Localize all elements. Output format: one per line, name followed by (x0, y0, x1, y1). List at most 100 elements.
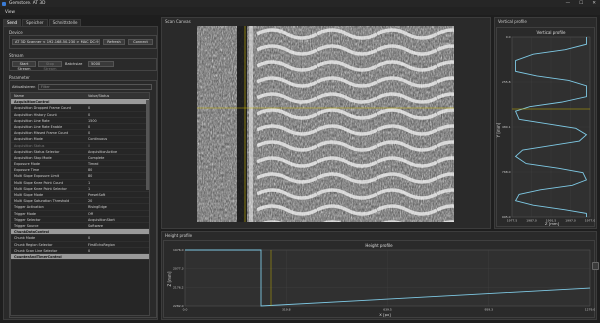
parameter-value[interactable]: Timed (86, 161, 149, 166)
parameter-name: Trigger Selector (14, 217, 41, 222)
parameter-name: Acquisition History Count (14, 112, 57, 117)
scan-image[interactable] (197, 26, 454, 222)
side-chat-icon[interactable] (592, 262, 599, 270)
parameter-name: Exposure Mode (14, 162, 41, 167)
parameter-value[interactable]: 80 (86, 167, 149, 172)
height-profile-y-tick-label: 2077.3 (173, 267, 184, 271)
vertical-profile-x-tick-label: 1991.5 (546, 219, 557, 223)
parameter-value[interactable]: 20 (86, 198, 149, 203)
parameter-name: Exposure Time (14, 168, 40, 173)
parameter-name: Acquisition Stop Mode (14, 155, 52, 160)
parameter-value (86, 254, 149, 259)
batchsize-label: Batchsize (65, 62, 83, 66)
parameter-name: Acquisition Dropped Frame Count (14, 106, 71, 111)
control-panel: Device AT 3D Scanner < 192.168.50.230 > … (3, 26, 158, 320)
connect-button[interactable]: Connect (128, 39, 153, 45)
vertical-profile-y-tick-label: 0.0 (506, 35, 511, 39)
column-value[interactable]: Value/Status (86, 93, 149, 98)
parameter-name: Chunk Mode (14, 236, 36, 241)
vertical-profile-y-tick-label: 480.1 (502, 125, 511, 129)
vertical-profile-x-tick-label: 1977.0 (585, 219, 595, 223)
height-profile-y-tick-label: 2282.0 (173, 304, 184, 308)
height-profile-y-tick-label: 1976.0 (173, 248, 184, 252)
parameter-name: Acquisition Line Rate Enable (14, 124, 63, 129)
parameter-value[interactable]: 0 (86, 105, 149, 110)
parameter-value (86, 229, 149, 234)
batchsize-input[interactable]: 5000 (88, 61, 114, 67)
vertical-profile-x-tick-label: 1997.0 (565, 219, 576, 223)
parameter-table: Name Value/Status AcquisitionControl Acqu… (10, 92, 150, 316)
parameter-rows: AcquisitionControl Acquisition Dropped Fr… (11, 99, 149, 261)
parameter-name: Acquisition Mode (14, 137, 43, 142)
device-select[interactable]: AT 3D Scanner < 192.168.50.230 > MAC DC:… (12, 39, 100, 45)
parameter-value[interactable]: 80 (86, 173, 149, 178)
height-profile-x-tick-label: 639.5 (383, 308, 392, 312)
parameter-name: Acquisition Status Selector (14, 149, 60, 154)
tab-schnittstelle[interactable]: Schnittstelle (48, 19, 82, 26)
parameter-value[interactable]: Continuous (86, 136, 149, 141)
parameter-value[interactable]: 0 (86, 130, 149, 135)
vertical-profile-title: Vertical profile (498, 19, 527, 24)
parameter-value (86, 99, 149, 104)
parameter-category-row[interactable]: CounterAndTimerControl (11, 253, 149, 261)
close-icon[interactable]: ✕ (592, 1, 596, 6)
vertical-profile-x-tick-label: 1987.0 (526, 219, 537, 223)
scan-canvas-title: Scan Canvas (165, 19, 191, 24)
parameter-name: Multi Slope Exposure Limit (14, 174, 60, 179)
minimize-icon[interactable]: — (566, 1, 571, 6)
parameter-filter-input[interactable]: Filter (38, 84, 152, 90)
height-profile-ylabel: Z [mm] (167, 271, 172, 286)
tab-speicher[interactable]: Speicher (22, 19, 48, 26)
height-profile-x-tick-label: 0.0 (183, 308, 188, 312)
parameter-value[interactable]: Off (86, 211, 149, 216)
parameter-name: Trigger Activation (14, 205, 44, 210)
parameter-name: Multi Slope Saturation Threshold (14, 199, 70, 204)
parameter-name: Trigger Mode (14, 211, 37, 216)
maximize-icon[interactable]: ☐ (579, 1, 583, 6)
parameter-value[interactable]: 1 (86, 186, 149, 191)
vertical-profile-y-tick-label: 768.0 (502, 170, 511, 174)
parameter-value[interactable]: Complete (86, 155, 149, 160)
tab-send[interactable]: Send (3, 19, 22, 26)
app-icon (2, 1, 6, 6)
parameter-name: Chunk Scan Line Selector (14, 248, 58, 253)
parameter-value[interactable]: Software (86, 223, 149, 228)
window-title: Gemstore. AT 3D (9, 1, 46, 6)
parameter-value[interactable]: 1 (86, 180, 149, 185)
vertical-profile-ylabel: Y [mm] (496, 122, 501, 138)
parameter-name: Acquisition Missed Frame Count (14, 131, 69, 136)
vertical-profile-chart-title: Vertical profile (537, 30, 566, 35)
parameter-value[interactable]: PresetSoft (86, 192, 149, 197)
refresh-button[interactable]: Refresh (103, 39, 125, 45)
parameter-value[interactable]: 0 (86, 143, 149, 148)
parameter-value[interactable]: FirstEchoRegion (86, 242, 149, 247)
parameter-value[interactable]: 0 (86, 235, 149, 240)
title-bar: Gemstore. AT 3D — ☐ ✕ (0, 0, 600, 7)
parameter-value[interactable]: 1500 (86, 118, 149, 123)
parameter-value[interactable]: AcquisitionStart (86, 217, 149, 222)
height-profile-xlabel: X [px] (379, 312, 391, 317)
stop-stream-button[interactable]: Stop Stream (38, 61, 62, 71)
parameter-value[interactable]: 0 (86, 248, 149, 253)
height-profile-chart[interactable]: Height profile Z [mm] X [px] 0.0 319.8 639… (163, 240, 595, 318)
parameter-value[interactable]: 0 (86, 112, 149, 117)
scan-texture (197, 26, 454, 222)
vertical-profile-chart[interactable]: Vertical profile Y [mm] Z [mm] 1977.5 198… (496, 27, 595, 227)
parameter-name: Multi Slope Mode (14, 193, 44, 197)
parameter-name: Acquisition Line Rate (14, 118, 50, 123)
height-profile-chart-title: Height profile (365, 243, 393, 248)
parameter-value[interactable]: AcquisitionActive (86, 149, 149, 154)
column-name[interactable]: Name (11, 93, 86, 98)
vertical-profile-y-tick-label: 255.8 (502, 80, 511, 84)
tab-bar: Send Speicher Schnittstelle (3, 19, 82, 26)
parameter-scrollbar[interactable] (146, 100, 149, 190)
start-stream-button[interactable]: Start Stream (12, 61, 36, 71)
menu-view[interactable]: View (5, 9, 15, 14)
parameter-name: Trigger Source (14, 223, 39, 228)
parameter-value[interactable]: RisingEdge (86, 204, 149, 209)
parameter-value[interactable]: 0 (86, 124, 149, 129)
parameter-name: ChunkDataControl (14, 230, 50, 235)
height-profile-x-tick-label: 319.8 (282, 308, 291, 312)
parameter-name: Multi Slope Knee Point Selector (14, 186, 67, 191)
height-profile-title: Height profile (165, 233, 193, 238)
